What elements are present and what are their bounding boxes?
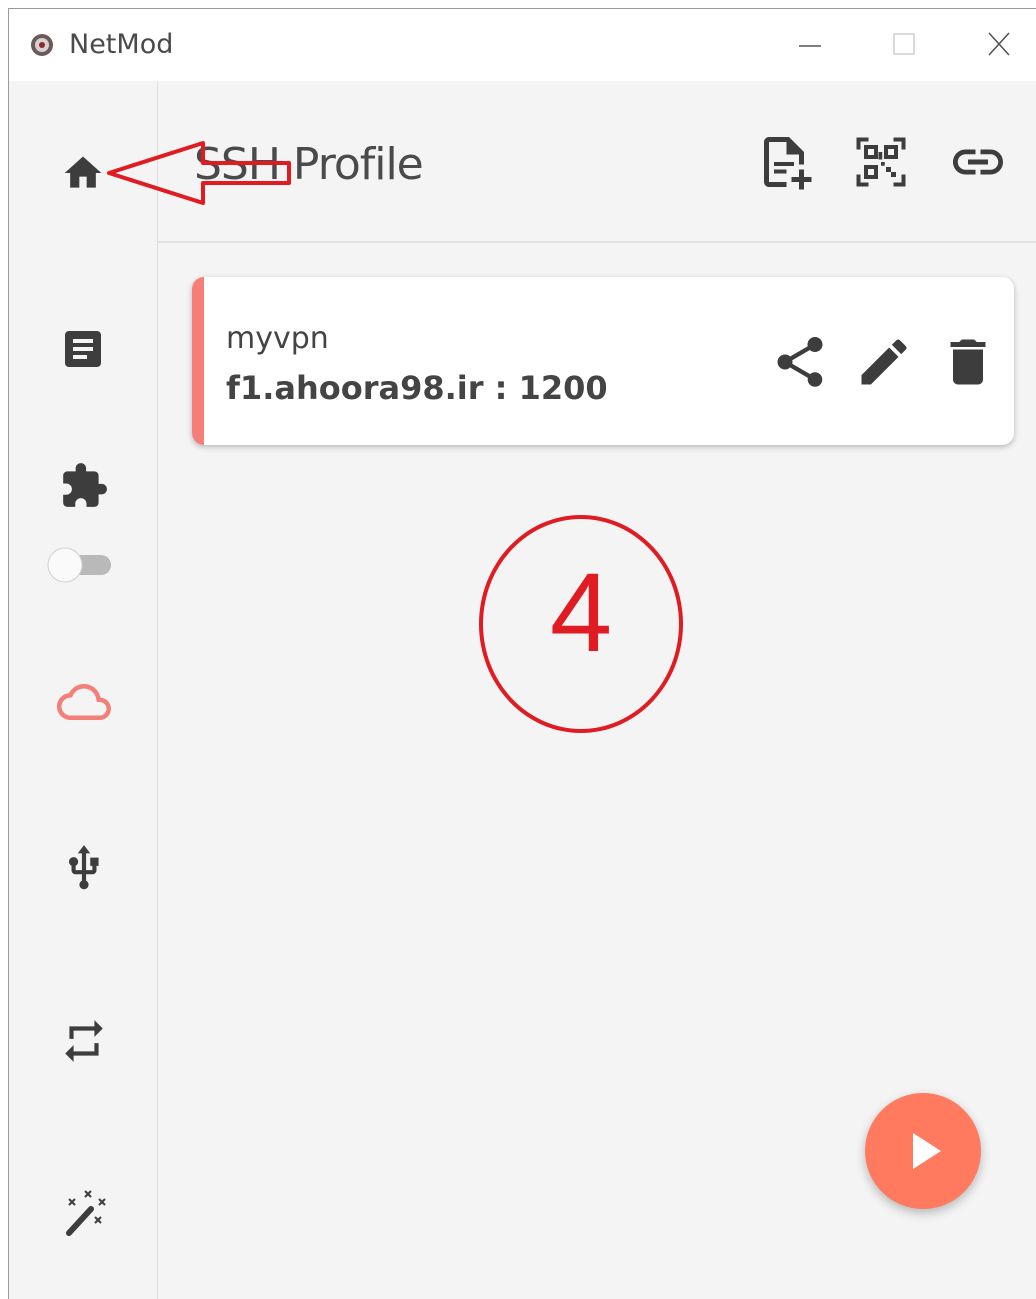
document-icon	[65, 331, 101, 367]
sidebar-item-logs[interactable]	[9, 313, 157, 393]
maximize-button[interactable]	[859, 9, 949, 81]
magic-wand-icon	[66, 1190, 106, 1236]
sidebar	[9, 81, 158, 1299]
sidebar-item-plugins[interactable]	[9, 453, 157, 603]
app-logo-icon	[31, 34, 53, 56]
maximize-icon	[893, 33, 915, 55]
edit-profile-button[interactable]	[854, 331, 914, 393]
link-icon	[953, 149, 1003, 175]
qr-code-icon	[856, 137, 906, 187]
minimize-button[interactable]	[765, 9, 855, 81]
sidebar-item-tools[interactable]	[9, 1177, 157, 1257]
import-link-button[interactable]	[948, 131, 1008, 193]
minimize-icon	[799, 45, 821, 47]
home-icon	[64, 156, 102, 188]
swap-icon	[65, 1020, 103, 1062]
app-window: NetMod SSH Profile myvpn f1.ahoora98.ir …	[8, 8, 1036, 1299]
profile-name: myvpn	[226, 321, 329, 356]
delete-profile-button[interactable]	[938, 331, 998, 393]
plugins-toggle-switch[interactable]	[43, 539, 115, 589]
delete-icon	[950, 339, 986, 385]
puzzle-icon	[63, 463, 107, 507]
cloud-icon	[57, 684, 111, 720]
close-button[interactable]	[953, 9, 1036, 81]
profile-card[interactable]: myvpn f1.ahoora98.ir : 1200	[192, 277, 1014, 445]
close-icon	[988, 32, 1010, 56]
connect-play-button[interactable]	[865, 1093, 981, 1209]
scan-qr-button[interactable]	[851, 131, 911, 193]
sidebar-item-network[interactable]	[9, 833, 157, 913]
share-profile-button[interactable]	[770, 331, 830, 393]
add-profile-file-button[interactable]	[754, 131, 814, 193]
sidebar-item-transfer[interactable]	[9, 1005, 157, 1085]
play-icon	[913, 1133, 941, 1169]
share-icon	[777, 337, 823, 387]
profile-host: f1.ahoora98.ir : 1200	[226, 369, 608, 407]
annotation-step-number: 4	[549, 550, 613, 675]
edit-icon	[861, 339, 907, 385]
add-file-icon	[764, 137, 812, 190]
annotation-arrow-icon	[107, 141, 291, 205]
usb-icon	[69, 845, 99, 890]
profile-card-accent	[192, 277, 204, 445]
title-bar: NetMod	[9, 9, 1036, 81]
window-title: NetMod	[69, 29, 174, 60]
sidebar-item-profiles[interactable]	[9, 663, 157, 743]
